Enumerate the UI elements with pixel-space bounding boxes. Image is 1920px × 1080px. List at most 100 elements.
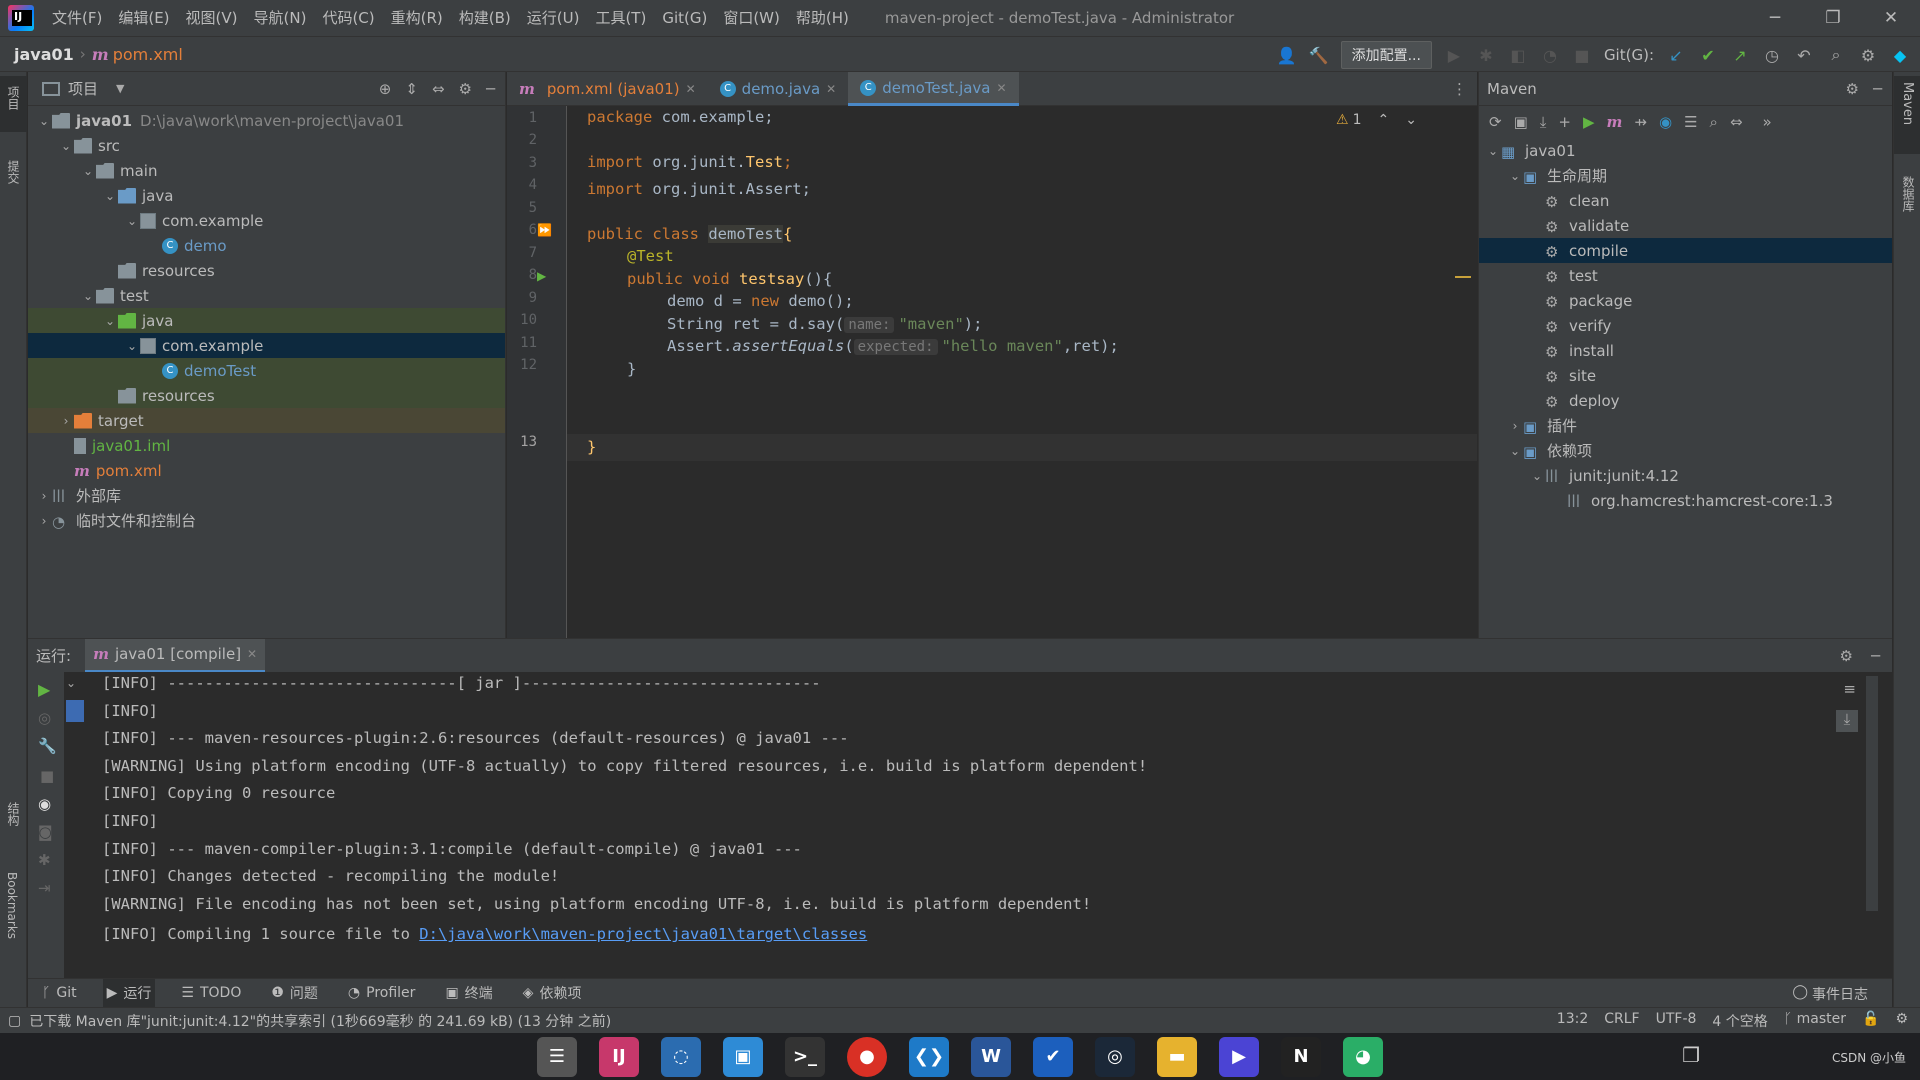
collapse-icon[interactable]: ⇔ [1730,113,1743,131]
tool-window-button[interactable]: ◈ 依赖项 [519,979,586,1007]
project-tree-item[interactable]: ⌄ main [28,158,505,183]
editor-tab[interactable]: Cdemo.java ✕ [708,72,849,106]
maven-tree-item[interactable]: ⌄ ▦ java01 [1479,138,1892,163]
run-icon[interactable]: ▶ [1444,45,1464,65]
expand-all-icon[interactable]: ⇕ [405,80,418,98]
steam-icon[interactable]: ◎ [1095,1036,1135,1077]
expanded-chevron-icon[interactable]: ⌄ [1529,469,1545,483]
structure-tool-button[interactable]: 结构 [5,802,22,826]
commit-tool-button[interactable]: 提交 [5,160,22,184]
memory-indicator-icon[interactable]: ⚙ [1895,1011,1908,1031]
close-tab-icon[interactable]: ✕ [997,81,1007,95]
tool-window-button[interactable]: ❶ 问题 [267,979,322,1007]
project-tree-item[interactable]: ⌄ test [28,283,505,308]
run-gear-icon[interactable]: ⚙ [1840,647,1853,665]
profile-icon[interactable]: ◔ [1540,45,1560,65]
menu-item[interactable]: 编辑(E) [110,0,177,36]
skip-tests-icon[interactable]: ◉ [1659,113,1672,131]
project-panel-title[interactable]: 项目 [68,78,98,99]
expanded-chevron-icon[interactable]: ⌄ [1485,144,1501,158]
rerun-failed-icon[interactable]: ◎ [28,699,64,727]
line-separator[interactable]: CRLF [1604,1011,1639,1031]
menu-item[interactable]: 窗口(W) [715,0,788,36]
stop-icon[interactable]: ■ [1572,45,1592,65]
menu-item[interactable]: 帮助(H) [788,0,857,36]
more-icon[interactable]: » [1763,113,1772,131]
bookmarks-tool-button[interactable]: Bookmarks [5,872,19,939]
project-tree-item[interactable]: ⌄ src [28,133,505,158]
code-editor[interactable]: 1 2 3 4 5 6 7 8 9 10 11 12 13 ⏩ ▶ ⚠ 1 ⌃ ⌄ package com.… [507,106,1477,638]
generate-sources-icon[interactable]: ▣ [1514,113,1528,131]
close-tab-icon[interactable]: ✕ [686,82,696,96]
status-toggle-icon[interactable]: ▢ [0,1013,29,1029]
expanded-chevron-icon[interactable]: ⌄ [102,189,118,203]
maven-tree-item[interactable]: ⌄ ||| junit:junit:4.12 [1479,463,1892,488]
debug-bug-icon[interactable]: ✱ [28,841,64,869]
editor-tab[interactable]: m pom.xml (java01) ✕ [507,72,708,106]
rerun-icon[interactable]: ▶ [28,672,64,699]
taskbar-app-icon[interactable]: ☰ [537,1036,577,1077]
run-test-class-icon[interactable]: ⏩ [537,223,552,237]
indent-setting[interactable]: 4 个空格 [1712,1011,1767,1031]
tool-window-button[interactable]: ▣ 终端 [441,979,496,1007]
maven-hide-icon[interactable]: ─ [1873,80,1882,98]
todo-icon[interactable]: ✔ [1033,1036,1073,1077]
menu-item[interactable]: 运行(U) [519,0,588,36]
wrench-icon[interactable]: 🔧 [28,727,64,755]
run-test-method-icon[interactable]: ▶ [537,269,546,283]
tool-window-button[interactable]: ☰ TODO [177,979,245,1007]
add-maven-project-icon[interactable]: + [1558,113,1571,131]
maven-tree-item[interactable]: ⚙ clean [1479,188,1892,213]
camera-icon[interactable]: ◙ [28,813,64,841]
database-tool-button[interactable]: 数据库 [1900,176,1917,212]
browser-edge-icon[interactable]: ◌ [661,1036,701,1077]
menu-item[interactable]: 导航(N) [246,0,315,36]
menu-item[interactable]: 工具(T) [587,0,654,36]
expanded-chevron-icon[interactable]: ⌄ [124,214,140,228]
vscode-icon[interactable]: ❮❯ [909,1036,949,1077]
breadcrumb-project[interactable]: java01 [0,45,74,64]
status-message[interactable]: 已下载 Maven 库"junit:junit:4.12"的共享索引 (1秒66… [29,1011,611,1031]
project-tree-item[interactable]: ⌄ com.example [28,333,505,358]
menu-item[interactable]: 重构(R) [383,0,451,36]
maven-tree-item[interactable]: ⚙ validate [1479,213,1892,238]
menu-item[interactable]: 视图(V) [178,0,246,36]
intellij-taskbar-icon[interactable]: IJ [599,1036,639,1077]
wechat-icon[interactable]: ◕ [1343,1036,1383,1077]
project-tree-item[interactable]: resources [28,383,505,408]
add-configuration-button[interactable]: 添加配置... [1340,41,1432,69]
build-node-marker[interactable] [66,700,84,722]
build-hammer-icon[interactable]: 🔨 [1309,45,1329,65]
tool-window-button[interactable]: ᚴ Git [38,979,81,1007]
collapsed-chevron-icon[interactable]: › [1507,419,1523,433]
maven-tree-item[interactable]: ⚙ test [1479,263,1892,288]
expanded-chevron-icon[interactable]: ⌄ [80,289,96,303]
plugin-icon[interactable]: ◆ [1890,45,1910,65]
debug-icon[interactable]: ✱ [1476,45,1496,65]
output-path-link[interactable]: D:\java\work\maven-project\java01\target… [419,925,867,943]
video-app-icon[interactable]: ▶ [1219,1036,1259,1077]
prev-highlight-icon[interactable]: ⌃ [1378,112,1390,128]
coverage-icon[interactable]: ◧ [1508,45,1528,65]
run-tab[interactable]: m java01 [compile] ✕ [85,638,266,673]
close-tab-icon[interactable]: ✕ [247,647,257,661]
expanded-chevron-icon[interactable]: ⌄ [80,164,96,178]
git-branch[interactable]: ᚴ master [1784,1011,1846,1031]
expanded-chevron-icon[interactable]: ⌄ [36,114,52,128]
restore-button[interactable]: ❐ [1804,0,1862,36]
close-button[interactable]: ✕ [1862,0,1920,36]
caret-position[interactable]: 13:2 [1557,1011,1588,1031]
project-tree-item[interactable]: CdemoTest [28,358,505,383]
expanded-chevron-icon[interactable]: ⌄ [58,139,74,153]
console-scrollbar[interactable] [1866,676,1878,911]
file-encoding[interactable]: UTF-8 [1656,1011,1697,1031]
collapsed-chevron-icon[interactable]: › [58,414,74,428]
notion-icon[interactable]: N [1281,1036,1321,1077]
close-tab-icon[interactable]: ✕ [826,82,836,96]
git-push-icon[interactable]: ↗ [1730,45,1750,65]
terminal-icon[interactable]: >_ [785,1036,825,1077]
maven-tree-item[interactable]: › ▣ 插件 [1479,413,1892,438]
user-icon[interactable]: 👤 [1277,45,1297,65]
project-tree-item[interactable]: m pom.xml [28,458,505,483]
scroll-to-end-icon[interactable]: ⤓ [1836,710,1858,732]
